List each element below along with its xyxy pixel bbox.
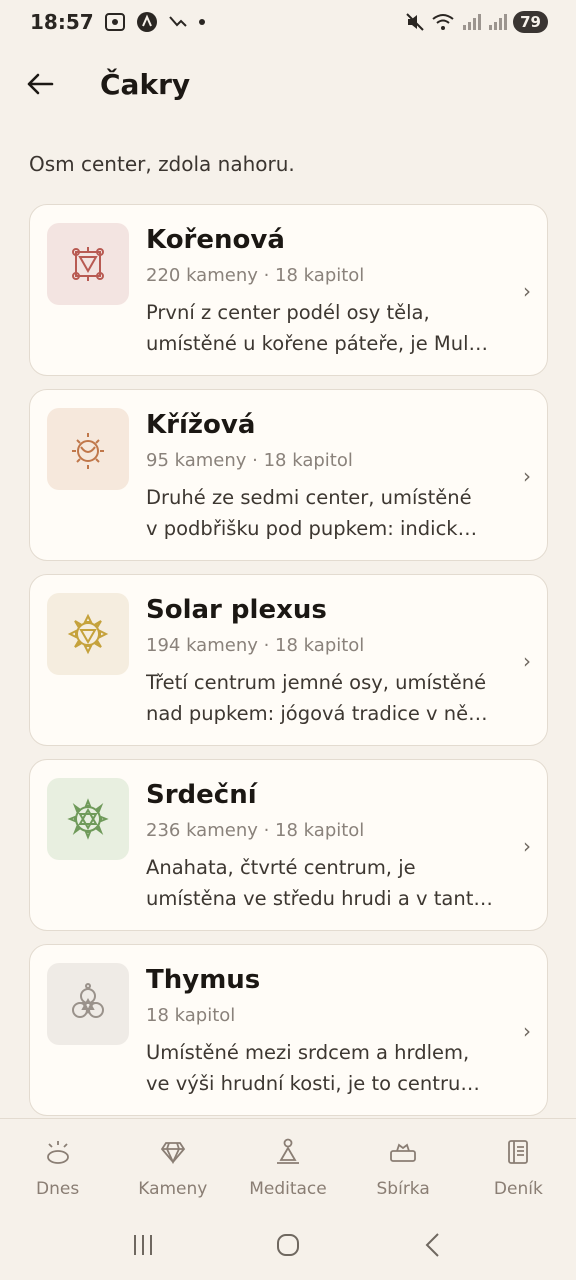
back-button[interactable] bbox=[10, 54, 70, 114]
recent-apps-icon bbox=[133, 1235, 152, 1255]
chakra-description: Třetí centrum jemné osy, umístěné nad pu… bbox=[146, 667, 514, 729]
chakra-title: Křížová bbox=[146, 410, 256, 440]
chakra-list: Kořenová 220 kameny · 18 kapitol První z… bbox=[29, 204, 548, 1116]
chevron-right-icon: › bbox=[523, 464, 531, 488]
chakra-title: Thymus bbox=[146, 965, 261, 995]
chevron-left-icon bbox=[425, 1233, 440, 1257]
solar-plexus-chakra-icon bbox=[67, 613, 109, 655]
collection-icon bbox=[389, 1137, 417, 1167]
chakra-title: Srdeční bbox=[146, 780, 257, 810]
sun-icon bbox=[44, 1137, 72, 1167]
desc-line: Anahata, čtvrté centrum, je bbox=[146, 856, 416, 879]
home-button[interactable] bbox=[258, 1220, 318, 1270]
desc-line: Umístěné mezi srdcem a hrdlem, bbox=[146, 1041, 470, 1064]
nav-item-dnes[interactable]: Dnes bbox=[0, 1137, 115, 1199]
sacral-chakra-icon bbox=[72, 433, 104, 469]
thymus-chakra-icon bbox=[72, 983, 104, 1018]
desc-line: v podbřišku pod pupkem: indick… bbox=[146, 517, 478, 540]
nav-item-kameny[interactable]: Kameny bbox=[115, 1137, 230, 1199]
nav-item-sbirka[interactable]: Sbírka bbox=[346, 1137, 461, 1199]
signal-icon-2 bbox=[487, 13, 508, 31]
heart-chakra-icon bbox=[67, 798, 109, 840]
nav-label: Deník bbox=[493, 1179, 543, 1199]
chakra-card-solar-plexus[interactable]: Solar plexus 194 kameny · 18 kapitol Tře… bbox=[29, 574, 548, 746]
recent-apps-button[interactable] bbox=[113, 1220, 173, 1270]
desc-line: umístěna ve středu hrudi a v tant… bbox=[146, 887, 493, 910]
dot-icon bbox=[198, 18, 206, 26]
system-nav-bar bbox=[0, 1210, 576, 1280]
chakra-description: Anahata, čtvrté centrum, je umístěna ve … bbox=[146, 852, 514, 914]
screenshot-icon bbox=[104, 12, 126, 32]
chakra-description: Druhé ze sedmi center, umístěné v podbři… bbox=[146, 482, 514, 544]
chakra-icon-box bbox=[47, 408, 129, 490]
nav-label: Dnes bbox=[36, 1179, 80, 1199]
nav-item-meditace[interactable]: Meditace bbox=[230, 1137, 345, 1199]
chakra-description: Umístěné mezi srdcem a hrdlem, ve výši h… bbox=[146, 1037, 514, 1099]
chakra-card-heart[interactable]: Srdeční 236 kameny · 18 kapitol Anahata,… bbox=[29, 759, 548, 931]
nav-label: Sbírka bbox=[376, 1179, 430, 1199]
journal-icon bbox=[506, 1137, 530, 1167]
arrow-left-icon bbox=[27, 73, 54, 95]
page-subtitle: Osm center, zdola nahoru. bbox=[29, 152, 295, 176]
signal-icon bbox=[461, 13, 482, 31]
chevron-right-icon: › bbox=[523, 279, 531, 303]
chakra-meta: 18 kapitol bbox=[146, 1005, 236, 1026]
chakra-title: Solar plexus bbox=[146, 595, 327, 625]
chakra-meta: 236 kameny · 18 kapitol bbox=[146, 820, 365, 841]
chevron-right-icon: › bbox=[523, 649, 531, 673]
wifi-icon bbox=[431, 12, 455, 32]
desc-line: Třetí centrum jemné osy, umístěné bbox=[146, 671, 487, 694]
desc-line: První z center podél osy těla, bbox=[146, 301, 430, 324]
chakra-icon-box bbox=[47, 963, 129, 1045]
mute-icon bbox=[405, 12, 425, 32]
desc-line: nad pupkem: jógová tradice v ně… bbox=[146, 702, 488, 725]
nav-label: Kameny bbox=[138, 1179, 208, 1199]
chakra-meta: 95 kameny · 18 kapitol bbox=[146, 450, 353, 471]
chakra-card-thymus[interactable]: Thymus 18 kapitol Umístěné mezi srdcem a… bbox=[29, 944, 548, 1116]
app-notification-icon bbox=[136, 11, 158, 33]
status-time: 18:57 bbox=[30, 10, 94, 34]
chakra-icon-box bbox=[47, 778, 129, 860]
chakra-description: První z center podél osy těla, umístěné … bbox=[146, 297, 514, 359]
chakra-card-sacral[interactable]: Křížová 95 kameny · 18 kapitol Druhé ze … bbox=[29, 389, 548, 561]
chakra-card-root[interactable]: Kořenová 220 kameny · 18 kapitol První z… bbox=[29, 204, 548, 376]
chakra-icon-box bbox=[47, 223, 129, 305]
chakra-icon-box bbox=[47, 593, 129, 675]
chakra-meta: 220 kameny · 18 kapitol bbox=[146, 265, 365, 286]
gem-icon bbox=[160, 1137, 186, 1167]
meditation-icon bbox=[275, 1137, 301, 1167]
missed-call-icon bbox=[168, 14, 188, 30]
desc-line: ve výši hrudní kosti, je to centru… bbox=[146, 1072, 480, 1095]
page-title: Čakry bbox=[100, 67, 191, 101]
system-back-button[interactable] bbox=[403, 1220, 463, 1270]
chakra-title: Kořenová bbox=[146, 225, 285, 255]
bottom-nav: Dnes Kameny Meditace Sbírka Deník bbox=[0, 1118, 576, 1210]
app-bar: Čakry bbox=[0, 50, 576, 118]
chevron-right-icon: › bbox=[523, 834, 531, 858]
battery-level: 79 bbox=[513, 11, 548, 33]
nav-item-denik[interactable]: Deník bbox=[461, 1137, 576, 1199]
status-bar: 18:57 79 bbox=[0, 0, 576, 44]
desc-line: Druhé ze sedmi center, umístěné bbox=[146, 486, 472, 509]
home-icon bbox=[276, 1234, 299, 1256]
nav-label: Meditace bbox=[249, 1179, 327, 1199]
root-chakra-icon bbox=[72, 247, 104, 281]
chakra-meta: 194 kameny · 18 kapitol bbox=[146, 635, 365, 656]
chevron-right-icon: › bbox=[523, 1019, 531, 1043]
desc-line: umístěné u kořene páteře, je Mul… bbox=[146, 332, 489, 355]
